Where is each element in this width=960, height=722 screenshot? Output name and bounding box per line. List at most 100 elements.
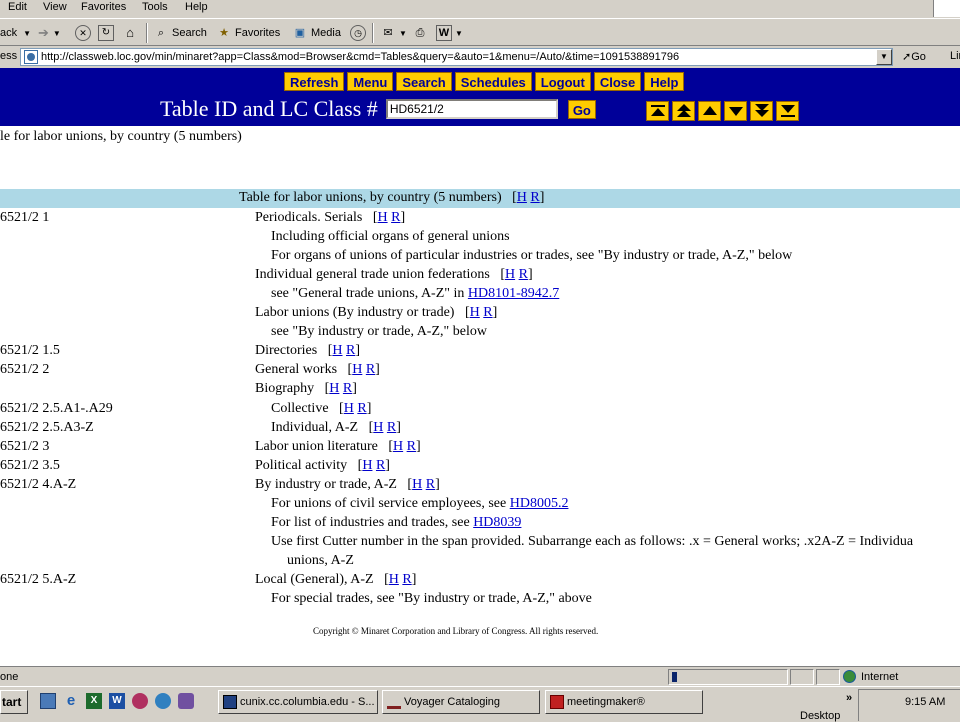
task-voyager[interactable]: Voyager Cataloging <box>382 690 540 714</box>
dropdown-arrow-icon[interactable]: ▼ <box>53 29 61 38</box>
start-button[interactable]: tart <box>0 690 28 714</box>
top-icon[interactable] <box>646 101 669 121</box>
class-link[interactable]: HD8005.2 <box>510 496 569 511</box>
media-button[interactable]: ▣ Media <box>292 24 341 42</box>
h-link[interactable]: H <box>362 458 372 473</box>
class-link[interactable]: HD8101-8942.7 <box>468 286 559 301</box>
caption-text: Including official organs of general uni… <box>271 229 510 244</box>
r-link[interactable]: R <box>343 381 352 396</box>
r-link[interactable]: R <box>357 401 366 416</box>
url-text[interactable]: http://classweb.loc.gov/min/minaret?app=… <box>41 51 679 63</box>
chevron-icon[interactable]: » <box>846 692 852 704</box>
class-number: 6521/2 1 <box>0 210 50 225</box>
page-up-icon[interactable] <box>672 101 695 121</box>
dropdown-arrow-icon[interactable]: ▼ <box>399 29 407 38</box>
hr-links: [H R] <box>347 458 390 473</box>
edit-button[interactable]: W ▼ <box>436 24 463 42</box>
forward-button[interactable]: ➔ ▼ <box>38 24 61 42</box>
menu-tools[interactable]: Tools <box>142 1 168 13</box>
bottom-icon[interactable] <box>776 101 799 121</box>
word-icon[interactable]: W <box>109 693 125 709</box>
h-link[interactable]: H <box>377 210 387 225</box>
page-down-icon[interactable] <box>750 101 773 121</box>
menu-favorites[interactable]: Favorites <box>81 1 126 13</box>
zone-label: Internet <box>861 670 899 683</box>
class-link[interactable]: HD8039 <box>473 515 521 530</box>
favorites-button[interactable]: ★ Favorites <box>216 24 280 42</box>
r-link[interactable]: R <box>346 343 355 358</box>
h-link[interactable]: H <box>505 267 515 282</box>
search-nav-button[interactable]: Search <box>396 72 452 91</box>
r-link[interactable]: R <box>483 305 492 320</box>
desktop-toolbar-label[interactable]: Desktop <box>800 710 840 722</box>
r-link[interactable]: R <box>391 210 400 225</box>
url-field[interactable]: http://classweb.loc.gov/min/minaret?app=… <box>20 48 893 66</box>
schedules-nav-button[interactable]: Schedules <box>454 72 532 91</box>
clock[interactable]: 9:15 AM <box>905 696 945 708</box>
help-nav-button[interactable]: Help <box>644 72 685 91</box>
hr-links: [H R] <box>358 420 401 435</box>
stop-icon: ✕ <box>75 25 91 41</box>
mail-button[interactable]: ✉ ▼ <box>380 24 407 42</box>
links-button[interactable]: Lin <box>950 50 960 62</box>
menu-view[interactable]: View <box>43 1 67 13</box>
h-link[interactable]: H <box>373 420 383 435</box>
favorites-icon: ★ <box>219 27 229 39</box>
table-row: unions, A-Z <box>0 553 960 572</box>
breadcrumb: le for labor unions, by country (5 numbe… <box>0 129 242 144</box>
search-button[interactable]: ⌕ Search <box>153 24 207 42</box>
class-number-input[interactable]: HD6521/2 <box>385 99 558 119</box>
hr-links: [H R] <box>314 381 357 396</box>
dropdown-arrow-icon[interactable]: ▼ <box>455 29 463 38</box>
r-link[interactable]: R <box>407 439 416 454</box>
caption-text: Use first Cutter number in the span prov… <box>271 534 914 549</box>
r-link[interactable]: R <box>519 267 528 282</box>
close-nav-button[interactable]: Close <box>593 72 642 91</box>
r-link[interactable]: R <box>366 362 375 377</box>
h-link[interactable]: H <box>393 439 403 454</box>
show-desktop-icon[interactable] <box>40 693 56 709</box>
url-dropdown-icon[interactable]: ▼ <box>876 49 892 65</box>
logout-nav-button[interactable]: Logout <box>534 72 591 91</box>
r-link[interactable]: R <box>530 190 539 205</box>
h-link[interactable]: H <box>332 343 342 358</box>
dropdown-arrow-icon[interactable]: ▼ <box>23 29 31 38</box>
r-link[interactable]: R <box>376 458 385 473</box>
internet-explorer-icon[interactable]: e <box>63 693 79 709</box>
r-link[interactable]: R <box>426 477 435 492</box>
down-icon[interactable] <box>724 101 747 121</box>
home-button[interactable]: ⌂ <box>122 24 141 42</box>
h-link[interactable]: H <box>470 305 480 320</box>
class-go-button[interactable]: Go <box>567 99 596 119</box>
stop-button[interactable]: ✕ <box>75 24 94 42</box>
print-button[interactable]: ⎙ <box>412 24 431 42</box>
go-button[interactable]: ➚Go <box>902 50 926 63</box>
refresh-nav-button[interactable]: Refresh <box>284 72 345 91</box>
progress-pane <box>668 669 788 685</box>
history-button[interactable]: ◷ <box>350 24 369 42</box>
h-link[interactable]: H <box>329 381 339 396</box>
calendar-icon <box>550 695 564 709</box>
menu-nav-button[interactable]: Menu <box>347 72 394 91</box>
task-label: Voyager Cataloging <box>404 696 501 708</box>
r-link[interactable]: R <box>387 420 396 435</box>
task-meetingmaker[interactable]: meetingmaker® <box>545 690 703 714</box>
menu-edit[interactable]: Edit <box>8 1 27 13</box>
up-icon[interactable] <box>698 101 721 121</box>
menu-help[interactable]: Help <box>185 1 208 13</box>
app-icon[interactable] <box>132 693 148 709</box>
hr-links: [H R] <box>362 210 406 225</box>
app-icon[interactable] <box>155 693 171 709</box>
excel-icon[interactable]: X <box>86 693 102 709</box>
h-link[interactable]: H <box>352 362 362 377</box>
r-link[interactable]: R <box>402 572 411 587</box>
app-icon[interactable] <box>178 693 194 709</box>
back-button[interactable]: ack ▼ <box>0 24 31 42</box>
task-cunix[interactable]: cunix.cc.columbia.edu - S... <box>218 690 378 714</box>
h-link[interactable]: H <box>389 572 399 587</box>
caption: see "General trade unions, A-Z" in HD810… <box>271 286 559 302</box>
h-link[interactable]: H <box>344 401 354 416</box>
refresh-button[interactable]: ↻ <box>98 24 117 42</box>
h-link[interactable]: H <box>412 477 422 492</box>
h-link[interactable]: H <box>517 190 527 205</box>
